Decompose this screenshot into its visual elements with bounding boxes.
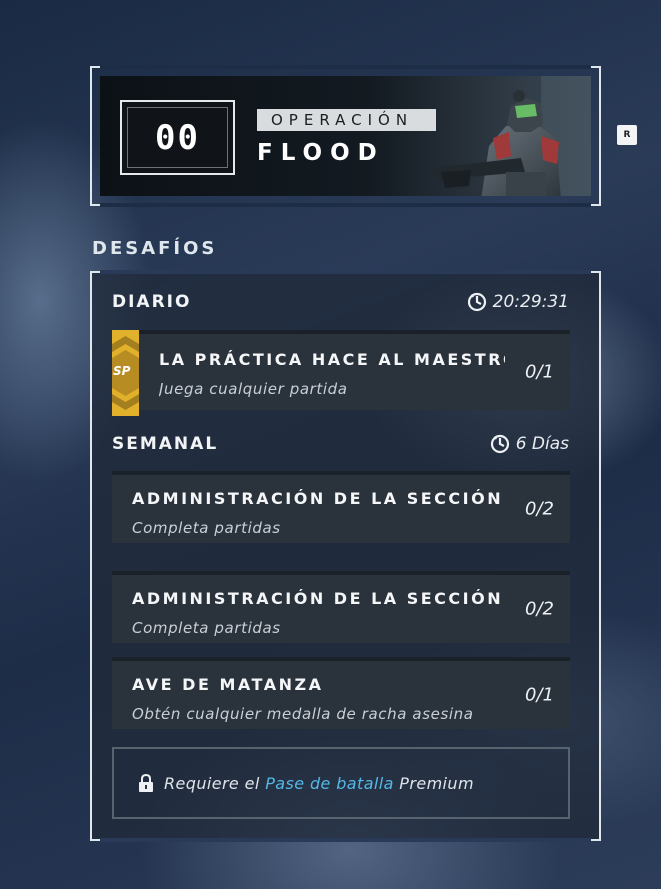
operation-rank-box: 00 bbox=[120, 100, 235, 175]
clock-icon bbox=[490, 434, 509, 454]
operation-name: FLOOD bbox=[257, 140, 385, 166]
challenges-section-title: DESAFÍOS bbox=[92, 238, 218, 259]
daily-challenge-card[interactable]: LA PRÁCTICA HACE AL MAESTRO Juega cualqu… bbox=[139, 330, 570, 410]
challenge-title: LA PRÁCTICA HACE AL MAESTRO bbox=[159, 350, 505, 369]
weekly-timer-value: 6 Días bbox=[515, 434, 569, 454]
daily-title: DIARIO bbox=[112, 292, 192, 312]
lock-icon bbox=[139, 774, 153, 792]
premium-lock-notice[interactable]: Requiere el Pase de batalla Premium bbox=[112, 747, 570, 819]
battle-pass-link[interactable]: Pase de batalla bbox=[265, 774, 394, 793]
weekly-timer: 6 Días bbox=[490, 434, 569, 454]
weekly-title: SEMANAL bbox=[112, 434, 219, 454]
challenge-description: Completa partidas bbox=[132, 619, 281, 637]
operation-label: OPERACIÓN bbox=[257, 109, 436, 131]
premium-lock-prefix: Requiere el bbox=[164, 773, 260, 793]
sp-badge: SP bbox=[112, 330, 139, 416]
weekly-header: SEMANAL 6 Días bbox=[112, 432, 569, 456]
key-hint-r: R bbox=[617, 125, 637, 145]
operation-banner-inner: 00 OPERACIÓN FLOOD bbox=[100, 76, 591, 196]
challenge-title: ADMINISTRACIÓN DE LA SECCIÓN DE bbox=[132, 489, 506, 508]
challenge-progress: 0/1 bbox=[525, 684, 554, 706]
challenge-description: Juega cualquier partida bbox=[159, 380, 348, 398]
weekly-challenge-card[interactable]: AVE DE MATANZA Obtén cualquier medalla d… bbox=[112, 657, 570, 729]
challenge-title: ADMINISTRACIÓN DE LA SECCIÓN DE bbox=[132, 589, 506, 608]
panel-frame-gap-bottom bbox=[100, 838, 591, 842]
daily-timer-value: 20:29:31 bbox=[492, 292, 569, 312]
challenge-title: AVE DE MATANZA bbox=[132, 675, 324, 694]
clock-icon bbox=[467, 292, 486, 312]
daily-header: DIARIO 20:29:31 bbox=[112, 290, 569, 314]
premium-lock-suffix: Premium bbox=[399, 773, 474, 793]
panel-frame-gap-top bbox=[100, 270, 591, 274]
weekly-challenge-card[interactable]: ADMINISTRACIÓN DE LA SECCIÓN DE Completa… bbox=[112, 571, 570, 643]
daily-timer: 20:29:31 bbox=[467, 292, 569, 312]
operation-rank: 00 bbox=[155, 117, 200, 158]
spartan-armor-image bbox=[431, 76, 591, 196]
challenges-panel: DIARIO 20:29:31 SP LA PRÁCTICA HACE AL M… bbox=[90, 270, 601, 842]
sp-badge-label: SP bbox=[113, 364, 131, 378]
weekly-challenge-card[interactable]: ADMINISTRACIÓN DE LA SECCIÓN DE Completa… bbox=[112, 471, 570, 543]
challenge-progress: 0/1 bbox=[525, 361, 554, 383]
operation-banner[interactable]: 00 OPERACIÓN FLOOD bbox=[90, 65, 601, 207]
challenge-description: Obtén cualquier medalla de racha asesina bbox=[132, 705, 474, 723]
challenge-description: Completa partidas bbox=[132, 519, 281, 537]
challenge-progress: 0/2 bbox=[525, 498, 554, 520]
challenge-progress: 0/2 bbox=[525, 598, 554, 620]
premium-lock-text: Requiere el Pase de batalla Premium bbox=[164, 774, 474, 793]
